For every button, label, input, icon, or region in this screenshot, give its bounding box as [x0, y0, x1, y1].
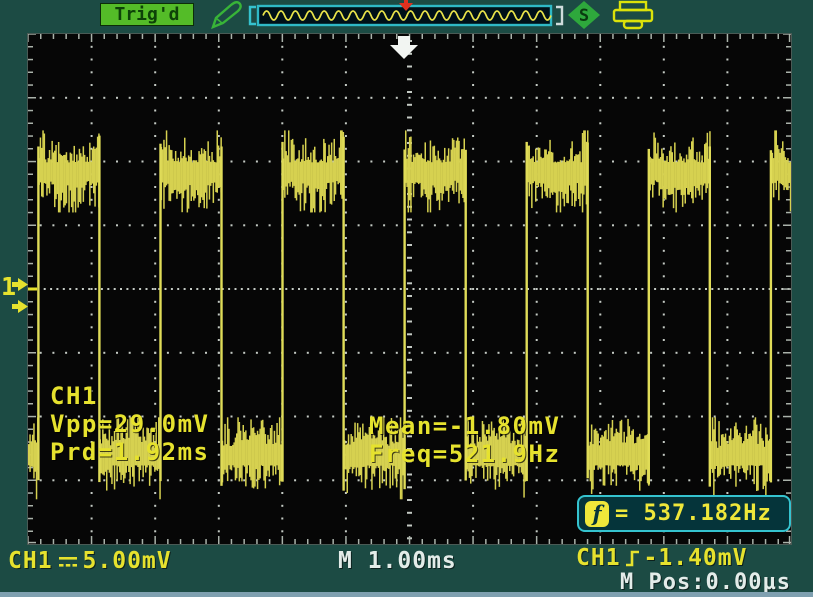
ch1-volts-per-div: 5.00mV	[82, 548, 172, 574]
trigger-position-marker-icon	[399, 0, 413, 11]
frequency-symbol-icon: f	[585, 500, 609, 527]
dc-coupling-icon	[58, 556, 77, 567]
trigger-status-badge: Trig'd	[100, 3, 194, 26]
bottom-divider	[0, 592, 813, 597]
oscilloscope-display: Trig'd S CH1 Vpp=29.0mV Prd=1.92ms Mean=…	[0, 0, 813, 597]
trigger-level-marker-icon	[12, 300, 28, 313]
trigger-channel-label: CH1	[576, 545, 621, 571]
measurement-mean: Mean=-1.80mV	[369, 412, 561, 440]
ch1-scale-readout: CH1 5.00mV	[8, 548, 172, 574]
trigger-level-value: -1.40mV	[643, 545, 748, 571]
measurement-vpp: Vpp=29.0mV	[50, 410, 210, 438]
frequency-counter: f = 537.182Hz	[577, 495, 791, 532]
measurement-period: Prd=1.92ms	[50, 438, 210, 466]
screen: CH1 Vpp=29.0mV Prd=1.92ms Mean=-1.80mV F…	[27, 33, 792, 545]
ch1-measurements: CH1 Vpp=29.0mV Prd=1.92ms	[50, 382, 210, 466]
timebase-readout: M 1.00ms	[338, 548, 457, 574]
frequency-counter-value: = 537.182Hz	[615, 501, 772, 526]
measurement-frequency: Freq=521.9Hz	[369, 440, 561, 468]
mean-freq-measurements: Mean=-1.80mV Freq=521.9Hz	[369, 412, 560, 468]
trigger-readout: CH1 -1.40mV	[576, 545, 747, 571]
ch1-label: CH1	[8, 548, 53, 574]
measurement-channel-label: CH1	[50, 382, 98, 410]
pencil-icon	[211, 1, 242, 30]
s-badge-letter: S	[579, 6, 589, 26]
left-marker-group: 1	[1, 272, 28, 313]
rising-edge-icon	[625, 550, 639, 566]
printer-icon	[612, 0, 654, 30]
s-badge-icon: S	[568, 1, 600, 29]
trigger-time-arrow-icon	[390, 36, 418, 59]
